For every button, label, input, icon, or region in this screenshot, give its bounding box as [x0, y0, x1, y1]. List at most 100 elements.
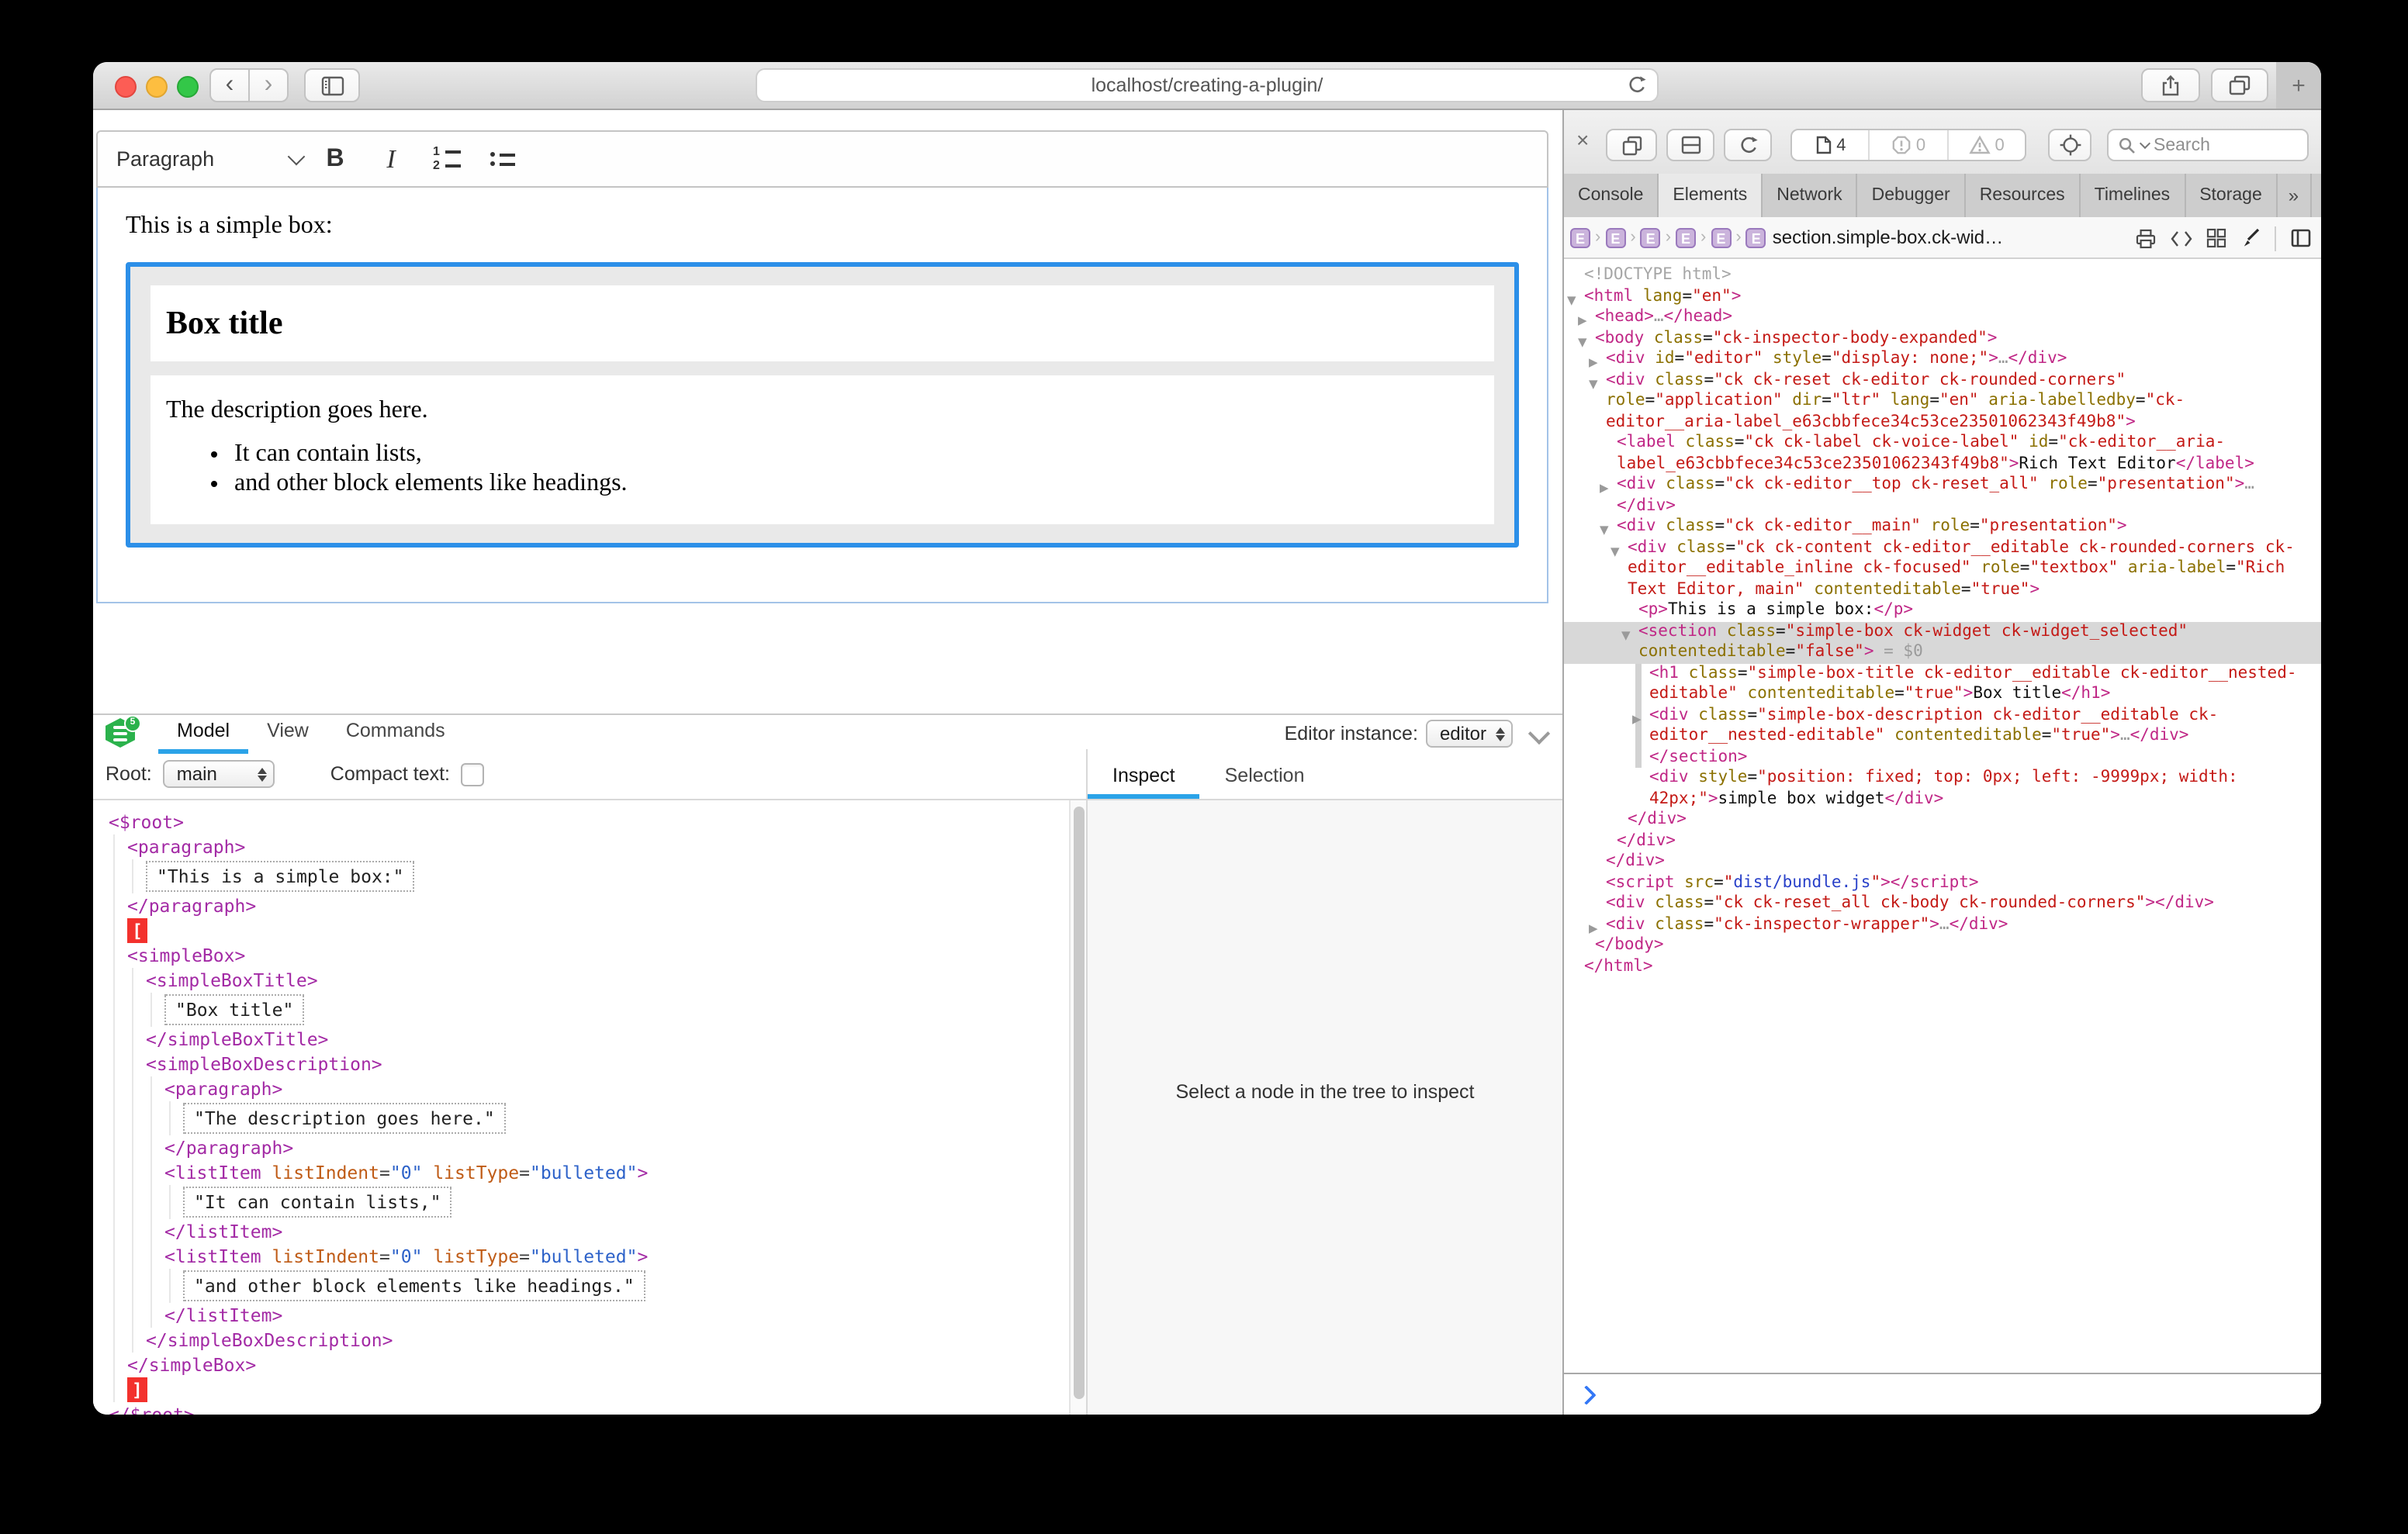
disclosure-open-icon[interactable]: ▼ — [1611, 541, 1620, 561]
element-badge[interactable]: E — [1746, 227, 1766, 247]
bullet-item[interactable]: It can contain lists, — [234, 441, 1479, 468]
dom-tree-node[interactable]: ▼<div class="ck ck-content ck-editor__ed… — [1564, 537, 2321, 600]
heading-dropdown[interactable]: Paragraph — [116, 147, 303, 171]
close-devtools-icon[interactable]: × — [1576, 127, 1589, 152]
dom-tree-node[interactable]: ▶<head>…</head> — [1564, 307, 2321, 328]
error-count-badge[interactable]: 0 — [1870, 130, 1949, 160]
disclosure-closed-icon[interactable]: ▶ — [1632, 708, 1642, 729]
show-source-icon[interactable] — [2171, 229, 2192, 247]
box-bullet-list[interactable]: It can contain lists,and other block ele… — [166, 441, 1479, 498]
dom-tree-node[interactable]: <div class="ck ck-reset_all ck-body ck-r… — [1564, 893, 2321, 914]
inspector-tab-selection[interactable]: Selection — [1200, 765, 1330, 799]
element-badge[interactable]: E — [1711, 227, 1731, 247]
model-tree-node[interactable]: <paragraph> — [93, 834, 1069, 859]
open-tabs-count[interactable]: 4 — [1792, 130, 1870, 160]
editor-instance-select[interactable]: editor — [1426, 720, 1513, 748]
model-tree-node[interactable]: "and other block elements like headings.… — [93, 1269, 1069, 1303]
model-tree-node[interactable]: <paragraph> — [93, 1076, 1069, 1101]
dom-tree-node[interactable]: ▶<div class="ck ck-editor__top ck-reset_… — [1564, 475, 2321, 517]
dom-tree-node[interactable]: <div style="position: fixed; top: 0px; l… — [1564, 768, 2321, 810]
reload-icon[interactable] — [1626, 74, 1648, 96]
model-tree-node[interactable]: ] — [93, 1377, 1069, 1402]
sidebar-toggle-button[interactable] — [304, 68, 360, 102]
italic-button[interactable]: I — [368, 137, 414, 181]
disclosure-open-icon[interactable]: ▼ — [1589, 373, 1598, 394]
tabs-overview-button[interactable] — [2211, 68, 2268, 102]
dom-tree-node[interactable]: ▶<div class="ck-inspector-wrapper">…</di… — [1564, 914, 2321, 935]
model-tree-node[interactable]: "The description goes here." — [93, 1101, 1069, 1135]
add-tab-button[interactable]: + — [2311, 174, 2321, 217]
model-tree-node[interactable]: </$root> — [93, 1402, 1069, 1415]
model-tree-node[interactable]: "This is a simple box:" — [93, 859, 1069, 893]
back-button[interactable]: ‹ — [209, 68, 250, 102]
quick-console[interactable] — [1564, 1373, 2321, 1415]
dom-tree-node[interactable]: <script src="dist/bundle.js"></script> — [1564, 872, 2321, 893]
dom-tree-node[interactable]: ▼<div class="ck ck-reset ck-editor ck-ro… — [1564, 370, 2321, 433]
tabs-overflow-button[interactable]: » — [2278, 174, 2311, 217]
dom-tree-node[interactable]: <p>This is a simple box:</p> — [1564, 600, 2321, 621]
model-tree-node[interactable]: <simpleBox> — [93, 943, 1069, 968]
url-field[interactable]: localhost/creating-a-plugin/ — [756, 68, 1659, 102]
dom-tree-node[interactable]: <h1 class="simple-box-title ck-editor__e… — [1564, 663, 2321, 705]
disclosure-open-icon[interactable]: ▼ — [1621, 624, 1631, 645]
model-tree-node[interactable]: <listItem listIndent="0" listType="bulle… — [93, 1244, 1069, 1269]
model-tree-node[interactable]: </simpleBoxTitle> — [93, 1027, 1069, 1052]
dock-layout-button[interactable] — [1666, 129, 1714, 161]
model-tree-node[interactable]: <simpleBoxDescription> — [93, 1052, 1069, 1076]
model-tree-node[interactable]: "Box title" — [93, 993, 1069, 1027]
box-title-editable[interactable]: Box title — [150, 285, 1494, 361]
dom-tree-node[interactable]: ▼<div class="ck ck-editor__main" role="p… — [1564, 517, 2321, 537]
new-tab-button[interactable]: + — [2276, 62, 2321, 109]
detach-devtools-button[interactable] — [1606, 129, 1657, 161]
element-badge[interactable]: E — [1570, 227, 1590, 247]
model-tree-node[interactable]: </paragraph> — [93, 893, 1069, 918]
model-tree-node[interactable]: [ — [93, 918, 1069, 943]
disclosure-closed-icon[interactable]: ▶ — [1600, 478, 1609, 499]
inspector-tab-commands[interactable]: Commands — [327, 715, 464, 749]
element-picker-button[interactable] — [2048, 129, 2091, 161]
bold-button[interactable]: B — [312, 137, 358, 181]
inspector-tab-model[interactable]: Model — [158, 715, 248, 754]
root-select[interactable]: main — [163, 760, 275, 788]
print-styles-icon[interactable] — [2135, 227, 2157, 249]
traffic-minimize-icon[interactable] — [146, 76, 168, 98]
traffic-close-icon[interactable] — [115, 76, 137, 98]
model-tree-node[interactable]: </simpleBoxDescription> — [93, 1328, 1069, 1353]
model-tree-node[interactable]: <$root> — [93, 810, 1069, 834]
warning-count-badge[interactable]: 0 — [1948, 130, 2025, 160]
traffic-zoom-icon[interactable] — [177, 76, 199, 98]
dom-tree-node[interactable]: <!DOCTYPE html> — [1564, 265, 2321, 286]
devtools-tab-elements[interactable]: Elements — [1659, 174, 1763, 217]
dom-tree-node[interactable]: </section> — [1564, 747, 2321, 768]
inspector-tab-view[interactable]: View — [248, 715, 327, 749]
collapse-inspector-icon[interactable] — [1528, 723, 1550, 745]
paragraph[interactable]: This is a simple box: — [126, 212, 1519, 240]
dom-tree-node[interactable]: <label class="ck ck-label ck-voice-label… — [1564, 433, 2321, 475]
model-tree-scrollbar[interactable] — [1069, 800, 1088, 1415]
box-description-paragraph[interactable]: The description goes here. — [166, 397, 1479, 425]
reload-page-button[interactable] — [1724, 129, 1772, 161]
numbered-list-button[interactable]: 1 2 — [424, 137, 470, 181]
devtools-tab-storage[interactable]: Storage — [2185, 174, 2278, 217]
model-tree-node[interactable]: <listItem listIndent="0" listType="bulle… — [93, 1160, 1069, 1185]
bullet-item[interactable]: and other block elements like headings. — [234, 470, 1479, 498]
dom-tree-node[interactable]: </div> — [1564, 852, 2321, 872]
dom-tree-node[interactable]: ▶<div class="simple-box-description ck-e… — [1564, 705, 2321, 747]
element-badge[interactable]: E — [1641, 227, 1661, 247]
dom-tree-node[interactable]: </div> — [1564, 810, 2321, 831]
devtools-search-field[interactable]: Search — [2107, 129, 2309, 161]
dom-tree-node[interactable]: ▼<html lang="en"> — [1564, 286, 2321, 307]
dom-tree-node[interactable]: </div> — [1564, 831, 2321, 852]
model-tree-node[interactable]: </simpleBox> — [93, 1353, 1069, 1377]
dom-tree-node[interactable]: </html> — [1564, 956, 2321, 977]
simple-box-widget[interactable]: Box title The description goes here. It … — [126, 262, 1519, 548]
box-description-editable[interactable]: The description goes here. It can contai… — [150, 375, 1494, 524]
details-sidebar-icon[interactable] — [2290, 228, 2312, 248]
model-tree-node[interactable]: </listItem> — [93, 1219, 1069, 1244]
box-title[interactable]: Box title — [166, 304, 1479, 343]
model-tree-node[interactable]: </paragraph> — [93, 1135, 1069, 1160]
compact-text-checkbox[interactable] — [461, 762, 484, 786]
devtools-tab-network[interactable]: Network — [1763, 174, 1857, 217]
devtools-tab-resources[interactable]: Resources — [1966, 174, 2081, 217]
dom-tree-node[interactable]: ▼<body class="ck-inspector-body-expanded… — [1564, 328, 2321, 349]
